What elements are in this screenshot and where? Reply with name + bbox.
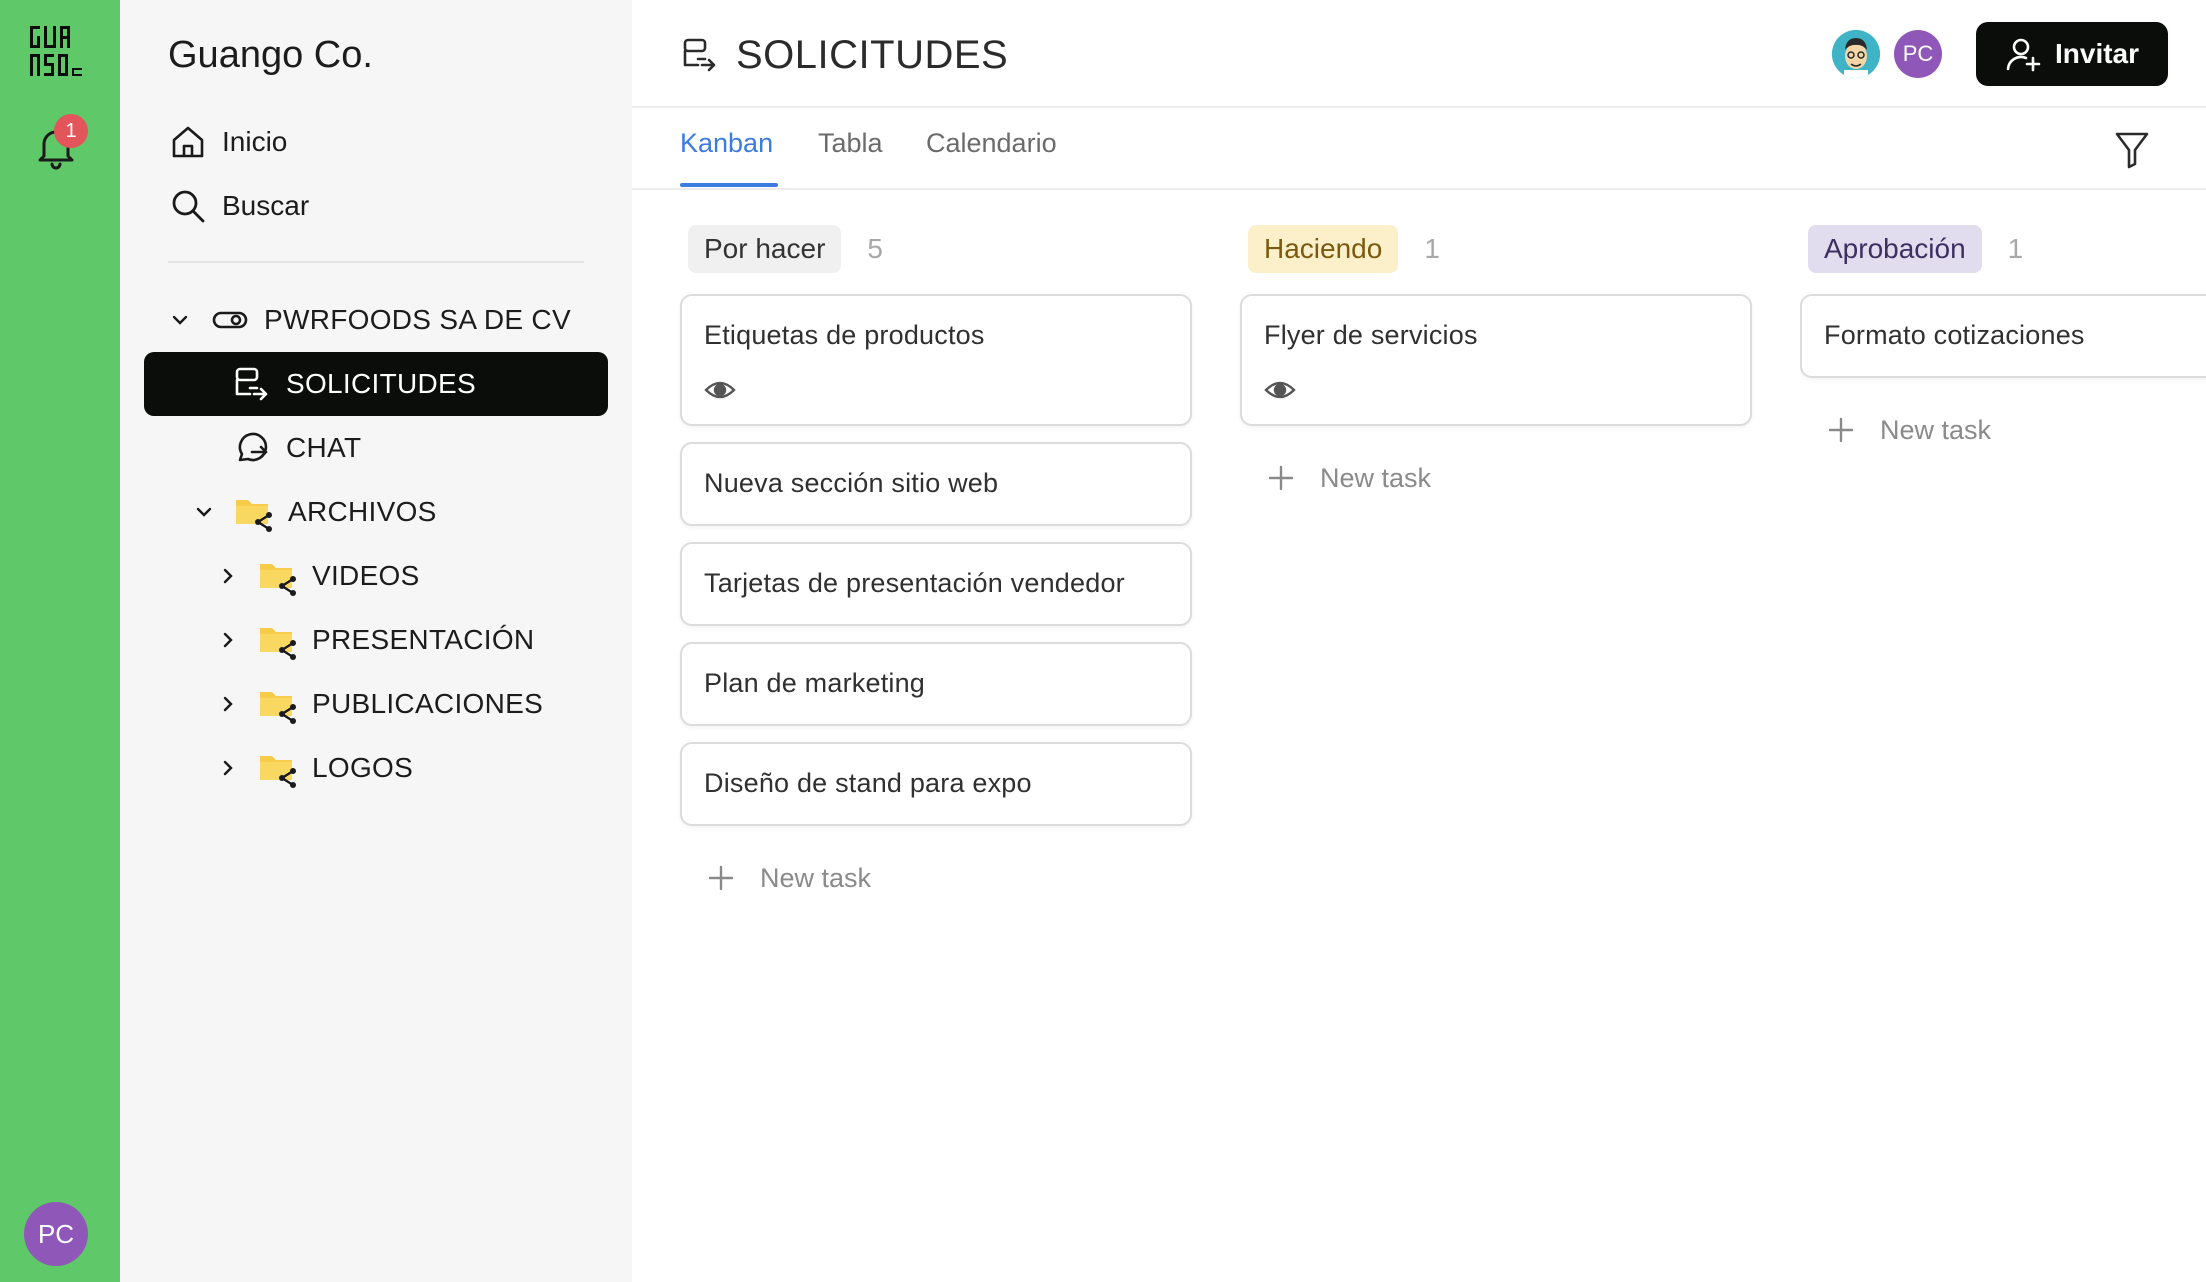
kanban-column-aprobacion: Aprobación 1 Formato cotizaciones New ta… xyxy=(1800,224,2206,524)
task-title: Nueva sección sitio web xyxy=(704,468,999,498)
chevron-down-icon[interactable] xyxy=(170,310,190,330)
sidebar-item-buscar[interactable]: Buscar xyxy=(168,180,309,232)
eye-icon[interactable] xyxy=(1264,374,1296,406)
plus-icon xyxy=(1828,417,1854,443)
task-title: Flyer de servicios xyxy=(1264,320,1478,350)
task-title: Tarjetas de presentación vendedor xyxy=(704,568,1125,598)
tree-item-label: PUBLICACIONES xyxy=(312,688,544,719)
chevron-right-icon[interactable] xyxy=(218,758,238,778)
task-title: Diseño de stand para expo xyxy=(704,768,1032,798)
home-icon xyxy=(172,126,204,158)
shared-folder-icon xyxy=(236,500,272,532)
new-task-label: New task xyxy=(760,862,872,893)
column-header: Haciendo 1 xyxy=(1248,224,1752,274)
new-task-button[interactable]: New task xyxy=(708,858,871,898)
column-status-pill[interactable]: Por hacer xyxy=(688,225,842,273)
notifications-badge: 1 xyxy=(54,114,88,148)
filter-icon[interactable] xyxy=(2114,130,2150,170)
kanban-column-por-hacer: Por hacer 5 Etiquetas de productos Nueva… xyxy=(680,224,1192,893)
sidebar-item-label: Inicio xyxy=(222,126,288,157)
chevron-down-icon[interactable] xyxy=(194,502,214,522)
shared-folder-icon xyxy=(260,692,296,724)
member-avatar-photo[interactable] xyxy=(1832,30,1880,78)
task-title: Formato cotizaciones xyxy=(1824,320,2085,350)
new-task-button[interactable]: New task xyxy=(1268,458,1431,498)
sidebar-item-presentacion[interactable]: PRESENTACIÓN xyxy=(218,610,534,670)
app-rail: 1 PC xyxy=(0,0,120,1282)
workspace-name[interactable]: Guango Co. xyxy=(168,34,373,77)
sidebar-item-videos[interactable]: VIDEOS xyxy=(218,546,420,606)
column-header: Aprobación 1 xyxy=(1808,224,2206,274)
task-card[interactable]: Diseño de stand para expo xyxy=(680,742,1192,826)
tab-kanban[interactable]: Kanban xyxy=(680,128,773,184)
tree-item-label: VIDEOS xyxy=(312,560,420,591)
tab-calendario[interactable]: Calendario xyxy=(926,128,1057,184)
link-icon xyxy=(212,311,248,329)
column-status-pill[interactable]: Aprobación xyxy=(1808,225,1982,273)
user-avatar[interactable]: PC xyxy=(24,1202,88,1266)
page-title-text: SOLICITUDES xyxy=(736,32,1009,77)
invite-button[interactable]: Invitar xyxy=(1976,22,2168,86)
workspace-logo-icon[interactable] xyxy=(28,24,84,80)
plus-icon xyxy=(1268,465,1294,491)
page-title: SOLICITUDES xyxy=(680,28,1008,82)
chevron-right-icon[interactable] xyxy=(218,630,238,650)
main-panel: SOLICITUDES PC Invitar Kanban Tabla Cale… xyxy=(632,0,2206,1282)
kanban-column-haciendo: Haciendo 1 Flyer de servicios New task xyxy=(1240,224,1752,493)
column-count: 1 xyxy=(2007,233,2024,264)
sidebar: Guango Co. Inicio Buscar PWRFOODS SA DE … xyxy=(120,0,632,1282)
member-avatar-initials[interactable]: PC xyxy=(1894,30,1942,78)
tree-item-label: SOLICITUDES xyxy=(286,368,477,399)
chevron-right-icon[interactable] xyxy=(218,694,238,714)
task-card[interactable]: Etiquetas de productos xyxy=(680,294,1192,426)
view-tabs: Kanban Tabla Calendario xyxy=(632,110,2206,190)
task-title: Plan de marketing xyxy=(704,668,926,698)
sidebar-item-publicaciones[interactable]: PUBLICACIONES xyxy=(218,674,543,734)
invite-button-label: Invitar xyxy=(2054,38,2140,69)
tree-item-label: CHAT xyxy=(286,432,362,463)
active-tab-indicator xyxy=(680,183,778,187)
task-card[interactable]: Flyer de servicios xyxy=(1240,294,1752,426)
tree-item-label: PRESENTACIÓN xyxy=(312,624,535,655)
task-card[interactable]: Tarjetas de presentación vendedor xyxy=(680,542,1192,626)
add-user-icon xyxy=(2006,38,2041,72)
task-title: Etiquetas de productos xyxy=(704,320,985,350)
shared-folder-icon xyxy=(260,628,296,660)
task-card[interactable]: Plan de marketing xyxy=(680,642,1192,726)
sidebar-item-inicio[interactable]: Inicio xyxy=(168,116,287,168)
chevron-right-icon[interactable] xyxy=(218,566,238,586)
app-window: 1 PC Guango Co. Inicio Buscar PWRFOODS S… xyxy=(0,0,2206,1282)
tree-item-label: PWRFOODS SA DE CV xyxy=(264,304,571,335)
chat-icon xyxy=(238,432,268,462)
tree-item-label: LOGOS xyxy=(312,752,414,783)
eye-icon[interactable] xyxy=(704,374,736,406)
search-icon xyxy=(172,190,205,223)
column-status-pill[interactable]: Haciendo xyxy=(1248,225,1399,273)
tree-item-label: ARCHIVOS xyxy=(288,496,437,527)
plus-icon xyxy=(708,865,734,891)
requests-icon xyxy=(235,367,268,401)
sidebar-item-solicitudes[interactable]: SOLICITUDES xyxy=(144,352,608,416)
new-task-label: New task xyxy=(1880,414,1992,445)
column-count: 1 xyxy=(1424,233,1440,264)
tree-item-client[interactable]: PWRFOODS SA DE CV xyxy=(170,290,571,350)
sidebar-item-logos[interactable]: LOGOS xyxy=(218,738,413,798)
sidebar-item-label: Buscar xyxy=(222,190,310,221)
shared-folder-icon xyxy=(260,756,296,788)
shared-folder-icon xyxy=(260,564,296,596)
new-task-button[interactable]: New task xyxy=(1828,410,1991,450)
sidebar-item-chat[interactable]: CHAT xyxy=(232,418,361,478)
new-task-label: New task xyxy=(1320,462,1432,493)
task-card[interactable]: Nueva sección sitio web xyxy=(680,442,1192,526)
column-header: Por hacer 5 xyxy=(688,224,1192,274)
page-header: SOLICITUDES PC Invitar xyxy=(632,0,2206,108)
requests-icon xyxy=(683,38,716,72)
sidebar-divider xyxy=(168,261,584,263)
sidebar-item-archivos[interactable]: ARCHIVOS xyxy=(194,482,437,542)
tab-tabla[interactable]: Tabla xyxy=(818,128,883,184)
column-count: 5 xyxy=(867,233,883,264)
person-illustration-icon xyxy=(1832,30,1880,78)
task-card[interactable]: Formato cotizaciones xyxy=(1800,294,2206,378)
